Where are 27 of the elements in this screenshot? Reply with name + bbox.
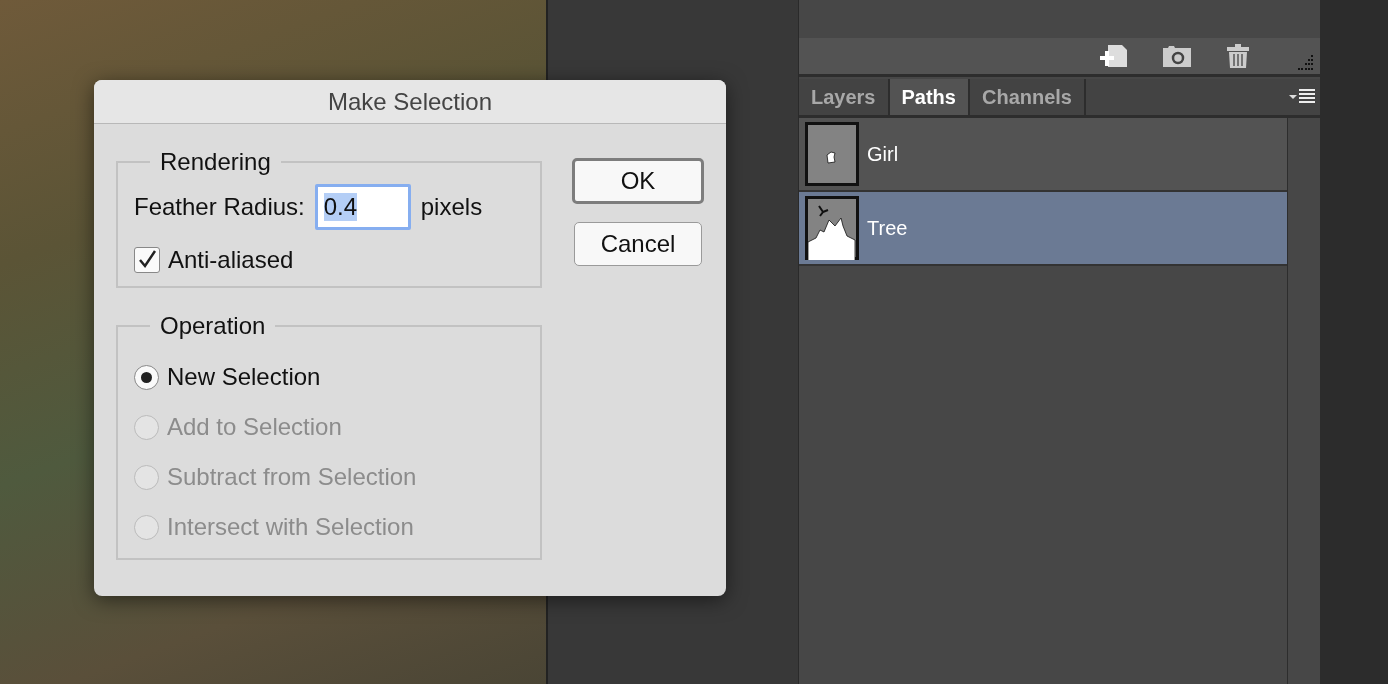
path-thumbnail [805, 122, 859, 186]
resize-grip-icon[interactable] [1296, 54, 1314, 72]
dialog-button[interactable]: Cancel [574, 222, 702, 266]
field-label: Feather Radius: [134, 193, 305, 221]
checkbox[interactable] [134, 247, 160, 273]
camera-icon[interactable] [1162, 44, 1192, 68]
panel-tab[interactable]: Paths [889, 79, 970, 115]
new-path-icon[interactable] [1098, 43, 1128, 69]
path-thumbnail [805, 196, 859, 260]
dialog-title: Make Selection [327, 87, 493, 116]
checkbox-label: Anti-aliased [168, 246, 294, 274]
path-name: Girl [867, 142, 899, 166]
radio-label: Add to Selection [167, 413, 342, 441]
radio-label: Subtract from Selection [167, 463, 417, 491]
panel-menu-icon[interactable] [1288, 88, 1316, 106]
group-legend: Operation [150, 312, 276, 340]
dialog-button[interactable]: OK [572, 158, 704, 204]
group-legend: Rendering [150, 148, 281, 176]
radio-label: Intersect with Selection [167, 513, 414, 541]
path-row[interactable]: Girl [799, 118, 1287, 192]
path-name: Tree [867, 216, 908, 240]
feather-radius-field[interactable]: 0.4 [314, 184, 411, 230]
unit-label: pixels [420, 193, 483, 221]
path-row[interactable]: Tree [799, 192, 1287, 266]
trash-icon[interactable] [1226, 43, 1250, 69]
radio-button[interactable] [134, 364, 159, 390]
radio-label: New Selection [167, 363, 321, 391]
